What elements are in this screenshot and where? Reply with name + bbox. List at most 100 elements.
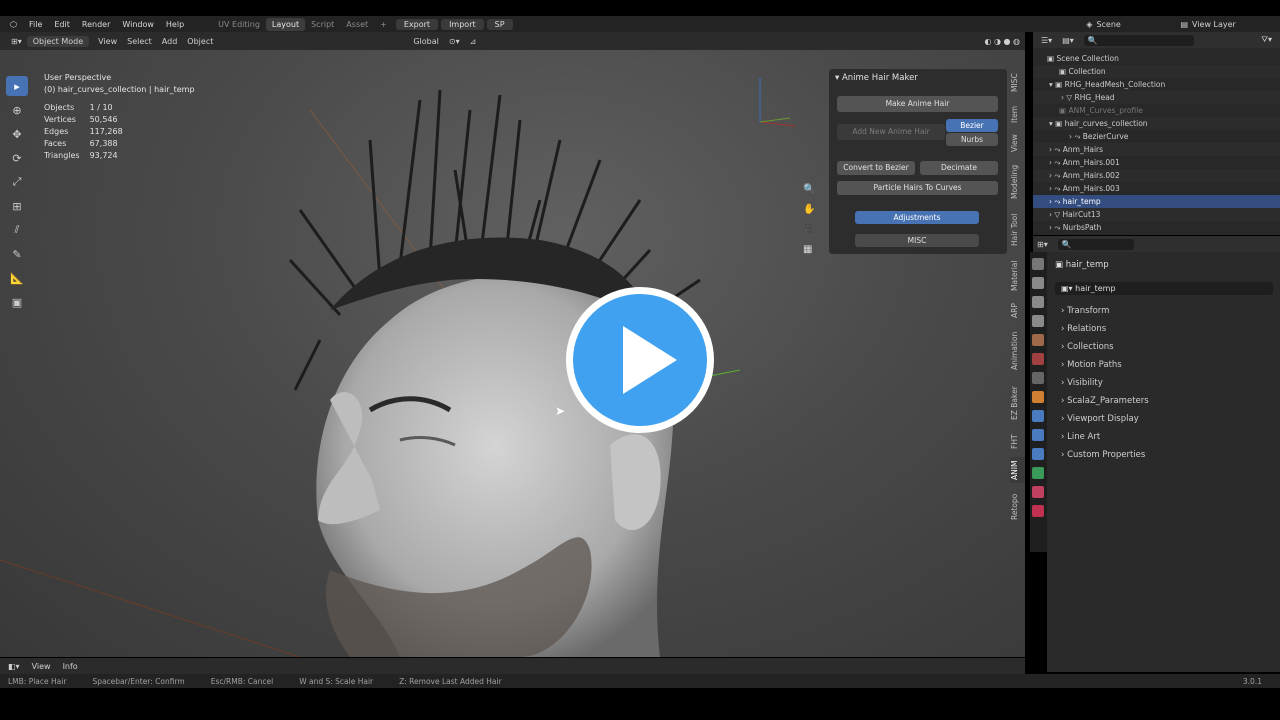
grid-icon[interactable]: ▦ [803,240,815,260]
section-line-art[interactable]: › Line Art [1061,432,1100,442]
section-collections[interactable]: › Collections [1061,342,1114,352]
footer-menu-info[interactable]: Info [63,662,78,671]
texture-tab-icon[interactable] [1032,505,1044,517]
shading-icons[interactable]: ◐ ◑ ● ◍ [979,36,1025,47]
outliner-row[interactable]: › ⤳ Anm_Hairs.001 [1033,156,1280,169]
footer-menu-view[interactable]: View [32,662,51,671]
add-workspace-icon[interactable]: + [374,18,393,31]
snap-icon[interactable]: ⊿ [465,36,482,47]
menu-add[interactable]: Add [157,36,183,47]
nurbs-toggle[interactable]: Nurbs [946,133,998,146]
section-motion-paths[interactable]: › Motion Paths [1061,360,1122,370]
section-viewport-display[interactable]: › Viewport Display [1061,414,1139,424]
menu-render[interactable]: Render [76,20,116,29]
view-layer-tab-icon[interactable] [1032,315,1044,327]
menu-window[interactable]: Window [116,20,160,29]
tab-material[interactable]: Material [1010,257,1025,295]
outliner-row[interactable]: › ⤳ NurbsPath [1033,221,1280,234]
filter-icon[interactable]: ⛛▾ [1261,35,1280,45]
export-button[interactable]: Export [395,18,439,30]
scale-tool-icon[interactable]: ⤢ [6,172,28,192]
play-button-circle[interactable] [573,294,707,426]
panel-title[interactable]: ▾ Anime Hair Maker [835,73,918,83]
particles-tab-icon[interactable] [1032,429,1044,441]
tab-asset[interactable]: Asset [340,18,374,31]
menu-edit[interactable]: Edit [48,20,76,29]
outliner-row[interactable]: › ▽ HairCut13 [1033,208,1280,221]
output-tab-icon[interactable] [1032,296,1044,308]
annotate-tool-icon[interactable]: ✎ [6,244,28,264]
hair-tool-icon[interactable]: ⫽ [6,220,28,240]
outliner-row[interactable]: › ⤳ Anm_Hairs [1033,143,1280,156]
cursor-tool-icon[interactable]: ⊕ [6,100,28,120]
bezier-toggle[interactable]: Bezier [946,119,998,132]
render-tab-icon[interactable] [1032,277,1044,289]
tab-item[interactable]: Item [1010,103,1025,125]
outliner-search-input[interactable]: 🔍 [1083,34,1194,46]
add-new-anime-hair-button[interactable]: Add New Anime Hair [837,124,945,140]
convert-to-bezier-button[interactable]: Convert to Bezier [837,161,915,175]
data-tab-icon[interactable] [1032,467,1044,479]
add-cube-tool-icon[interactable]: ▣ [6,292,28,312]
tab-anim[interactable]: ANIM [1010,457,1025,483]
select-tool-icon[interactable]: ▸ [6,76,28,96]
modifier-tab-icon[interactable] [1032,410,1044,422]
section-scalaz-parameters[interactable]: › ScalaZ_Parameters [1061,396,1149,406]
pan-icon[interactable]: ✋ [803,200,815,220]
tab-script[interactable]: Script [305,18,340,31]
outliner-row[interactable]: ▣ ANM_Curves_profile [1033,104,1280,117]
outliner-row[interactable]: ▾ ▣ hair_curves_collection [1033,117,1280,130]
outliner-row[interactable]: › ⤳ BezierCurve [1033,130,1280,143]
object-name-field[interactable]: ▣▾ hair_temp [1055,282,1273,295]
tab-animation[interactable]: Animation [1010,327,1025,375]
collection-tab-icon[interactable] [1032,372,1044,384]
tab-fht[interactable]: FHT [1010,431,1025,453]
editor-type-icon[interactable]: ⊞▾ [6,36,27,47]
tab-view[interactable]: View [1010,131,1025,155]
measure-tool-icon[interactable]: 📐 [6,268,28,288]
tab-ez-baker[interactable]: EZ Baker [1010,381,1025,425]
properties-editor-icon[interactable]: ⊞▾ [1037,240,1048,249]
tab-layout[interactable]: Layout [265,17,306,31]
misc-button[interactable]: MISC [855,234,979,247]
menu-view[interactable]: View [93,36,122,47]
outliner-row[interactable]: › ▽ RHG_Head [1033,91,1280,104]
tab-hair-tool[interactable]: Hair Tool [1010,209,1025,251]
menu-select[interactable]: Select [122,36,157,47]
section-relations[interactable]: › Relations [1061,324,1106,334]
outliner-row[interactable]: › ⤳ Anm_Hairs.003 [1033,182,1280,195]
view-layer-name[interactable]: View Layer [1192,20,1272,29]
tab-arp[interactable]: ARP [1010,301,1025,321]
decimate-button[interactable]: Decimate [920,161,998,175]
section-custom-properties[interactable]: › Custom Properties [1061,450,1145,460]
adjustments-button[interactable]: Adjustments [855,211,979,224]
scene-tab-icon[interactable] [1032,334,1044,346]
display-mode-icon[interactable]: ▤▾ [1062,36,1074,45]
scene-name[interactable]: Scene [1096,20,1176,29]
object-tab-icon[interactable] [1032,391,1044,403]
camera-icon[interactable]: 🎥 [803,220,815,240]
import-button[interactable]: Import [441,18,484,30]
mode-select[interactable]: Object Mode [26,35,90,47]
menu-object[interactable]: Object [182,36,218,47]
move-tool-icon[interactable]: ✥ [6,124,28,144]
outliner-row[interactable]: › ⤳ Anm_Hairs.002 [1033,169,1280,182]
outliner-row-scene-collection[interactable]: ▣ Scene Collection [1033,52,1280,65]
timeline-editor-icon[interactable]: ◧▾ [8,662,20,671]
pivot-icon[interactable]: ⊙▾ [444,36,465,47]
section-transform[interactable]: › Transform [1061,306,1109,316]
physics-tab-icon[interactable] [1032,448,1044,460]
world-tab-icon[interactable] [1032,353,1044,365]
particle-hairs-to-curves-button[interactable]: Particle Hairs To Curves [837,181,998,195]
outliner-row-selected[interactable]: › ⤳ hair_temp [1033,195,1280,208]
menu-help[interactable]: Help [160,20,190,29]
make-anime-hair-button[interactable]: Make Anime Hair [837,96,998,112]
tab-retopo[interactable]: Retopo [1010,489,1025,525]
blender-logo-icon[interactable]: ⬡ [4,20,23,29]
tab-modeling[interactable]: Modeling [1010,161,1025,203]
outliner-row[interactable]: ▣ Collection [1033,65,1280,78]
outliner-editor-icon[interactable]: ☰▾ [1041,36,1052,45]
tool-tab-icon[interactable] [1032,258,1044,270]
orientation-select[interactable]: Global [408,36,444,47]
section-visibility[interactable]: › Visibility [1061,378,1103,388]
